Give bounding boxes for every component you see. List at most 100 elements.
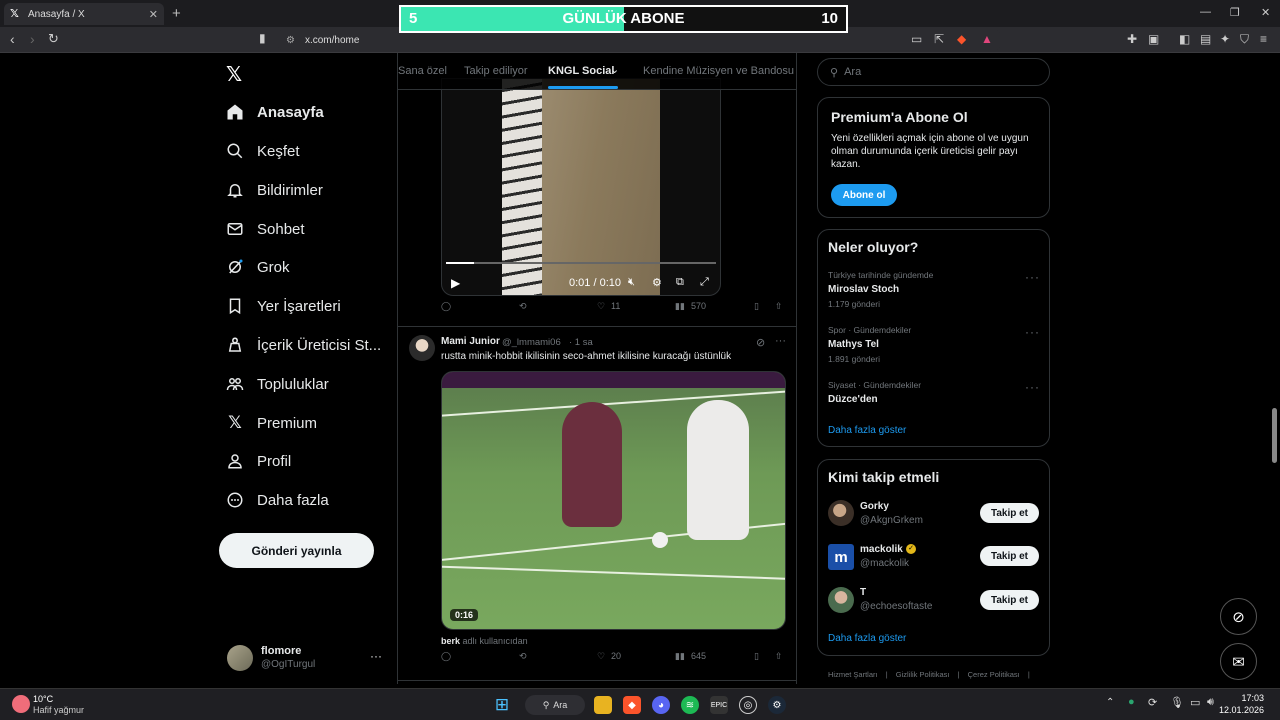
tab-groups-icon[interactable]: ▣ (1148, 32, 1159, 46)
avatar[interactable] (828, 500, 854, 526)
wallet-icon[interactable]: ▤ (1200, 32, 1211, 46)
close-window-icon[interactable]: ✕ (1261, 6, 1270, 19)
network-icon[interactable]: ▭ (1190, 696, 1200, 709)
url-field[interactable]: ⚙ x.com/home (278, 30, 1000, 50)
more-dots-icon[interactable]: ··· (1025, 380, 1040, 394)
page-scrollbar[interactable] (1272, 408, 1277, 463)
video-player[interactable]: ▶ 0:01 / 0:10 🔇︎ ⚙ ⧉ ⤢ (441, 78, 721, 296)
search-input[interactable]: ⚲ Ara (817, 58, 1050, 86)
sidebar-toggle-icon[interactable]: ◧ (1179, 32, 1190, 46)
brave-browser-icon[interactable]: ◆ (623, 696, 641, 714)
reply-icon[interactable]: ◯ (441, 301, 451, 312)
weather-icon[interactable] (12, 695, 30, 713)
suggested-user-name[interactable]: mackolik (860, 544, 903, 555)
menu-icon[interactable]: ≡ (1260, 32, 1267, 46)
fullscreen-icon[interactable]: ⤢ (700, 276, 709, 289)
brave-shield-icon[interactable]: ◆ (957, 32, 966, 46)
mackolik-logo-icon[interactable]: m (828, 544, 854, 570)
spotify-icon[interactable]: ≋ (681, 696, 699, 714)
views-icon[interactable]: ▮▮ (675, 651, 685, 662)
nav-profile[interactable]: Profil (226, 446, 291, 476)
views-icon[interactable]: ▮▮ (675, 301, 685, 312)
nav-chat[interactable]: Sohbet (226, 214, 305, 244)
suggested-user-name[interactable]: Gorky (860, 501, 889, 512)
app-icon[interactable]: ◎ (739, 696, 757, 714)
nav-more[interactable]: Daha fazla (226, 485, 329, 515)
brave-rewards-icon[interactable]: ▲ (981, 32, 993, 46)
pip-icon[interactable]: ⧉ (676, 276, 684, 289)
nav-home[interactable]: Anasayfa (226, 97, 324, 127)
file-explorer-icon[interactable] (594, 696, 612, 714)
grok-icon[interactable]: ⊘ (756, 336, 765, 349)
show-more-trends-link[interactable]: Daha fazla göster (828, 425, 906, 436)
x-logo[interactable]: 𝕏 (226, 62, 242, 87)
more-dots-icon[interactable]: ··· (1025, 325, 1040, 339)
share-icon[interactable]: ⇧ (775, 301, 783, 312)
trend-item[interactable]: Siyaset · Gündemdekiler Düzce'den ··· (828, 380, 1040, 405)
bookmark-icon[interactable]: ▯ (754, 651, 759, 662)
microphone-icon[interactable]: 🎙︎ (1170, 696, 1184, 709)
more-dots-icon[interactable]: ··· (370, 649, 382, 663)
back-icon[interactable]: ‹ (10, 31, 15, 47)
weather-temp[interactable]: 10°C (33, 694, 53, 704)
avatar[interactable] (828, 587, 854, 613)
trend-item[interactable]: Türkiye tarihinde gündemde Miroslav Stoc… (828, 270, 1040, 309)
tray-overflow-icon[interactable]: ⌃ (1106, 697, 1114, 708)
epic-games-icon[interactable]: EPIC (710, 696, 728, 714)
mute-icon[interactable]: 🔇︎ (628, 276, 635, 289)
nav-creator-studio[interactable]: İçerik Üreticisi St... (226, 330, 381, 360)
taskbar-search[interactable]: ⚲ Ara (525, 695, 585, 715)
site-info-icon[interactable]: ⚙ (286, 35, 295, 46)
tab-kngl-social[interactable]: KNGL Social (548, 65, 614, 77)
repost-icon[interactable]: ⟲ (519, 301, 527, 312)
reload-icon[interactable]: ↻ (48, 31, 59, 47)
new-tab-icon[interactable]: + (172, 5, 181, 22)
clock-date[interactable]: 12.01.2026 (1214, 705, 1264, 715)
tab-following[interactable]: Takip ediliyor (464, 65, 528, 77)
tab-for-you[interactable]: Sana özel (398, 65, 447, 77)
leo-ai-icon[interactable]: ✦ (1220, 32, 1230, 46)
settings-icon[interactable]: ⚙ (652, 276, 662, 289)
repost-icon[interactable]: ⟲ (519, 651, 527, 662)
post-handle[interactable]: @_lmmami06 (502, 337, 561, 348)
browser-tab[interactable]: 𝕏 Anasayfa / X ✕ (4, 3, 164, 25)
post-button[interactable]: Gönderi yayınla (219, 533, 374, 568)
tab-kendine-muzisyen[interactable]: Kendine Müzisyen ve Bandosu (643, 65, 794, 77)
messages-float-button[interactable]: ✉ (1220, 643, 1257, 680)
show-more-follow-link[interactable]: Daha fazla göster (828, 633, 906, 644)
credit-user[interactable]: berk (441, 636, 460, 646)
nav-bookmarks[interactable]: Yer İşaretleri (226, 291, 341, 321)
more-dots-icon[interactable]: ··· (775, 335, 786, 347)
nav-grok[interactable]: Grok (226, 252, 290, 282)
bookmark-page-icon[interactable]: ▮ (259, 31, 266, 45)
clock-time[interactable]: 17:03 (1224, 693, 1264, 703)
extensions-icon[interactable]: ✚ (1127, 32, 1137, 46)
forward-icon[interactable]: › (30, 31, 35, 47)
trend-item[interactable]: Spor · Gündemdekiler Mathys Tel 1.891 gö… (828, 325, 1040, 364)
footer-link-privacy[interactable]: Gizlilik Politikası (896, 670, 950, 679)
share-icon[interactable]: ⇧ (775, 651, 783, 662)
footer-link-cookies[interactable]: Çerez Politikası (968, 670, 1020, 679)
minimize-icon[interactable]: — (1200, 6, 1211, 18)
chevron-down-icon[interactable]: ⌄ (610, 63, 619, 76)
follow-button[interactable]: Takip et (980, 503, 1039, 523)
avatar[interactable] (409, 335, 435, 361)
follow-button[interactable]: Takip et (980, 590, 1039, 610)
post-video[interactable]: 0:16 (441, 371, 786, 630)
post-author[interactable]: Mami Junior (441, 336, 500, 347)
tray-app-icon[interactable]: ● (1128, 696, 1135, 708)
subscribe-button[interactable]: Abone ol (831, 184, 897, 206)
video-seek-bar[interactable] (446, 262, 716, 264)
cast-icon[interactable]: ▭ (911, 32, 922, 46)
start-icon[interactable]: ⊞ (493, 695, 511, 714)
nav-premium[interactable]: 𝕏 Premium (226, 408, 317, 438)
nav-explore[interactable]: Keşfet (226, 136, 300, 166)
maximize-icon[interactable]: ❐ (1230, 6, 1240, 19)
vpn-icon[interactable]: ⛉ (1240, 32, 1249, 47)
nav-communities[interactable]: Topluluklar (226, 369, 329, 399)
share-icon[interactable]: ⇱ (934, 32, 944, 46)
play-icon[interactable]: ▶ (451, 276, 460, 290)
discord-icon[interactable]: ◕ (652, 696, 670, 714)
steam-icon[interactable]: ⚙ (768, 696, 786, 714)
volume-icon[interactable]: 🔊︎ (1207, 696, 1214, 709)
